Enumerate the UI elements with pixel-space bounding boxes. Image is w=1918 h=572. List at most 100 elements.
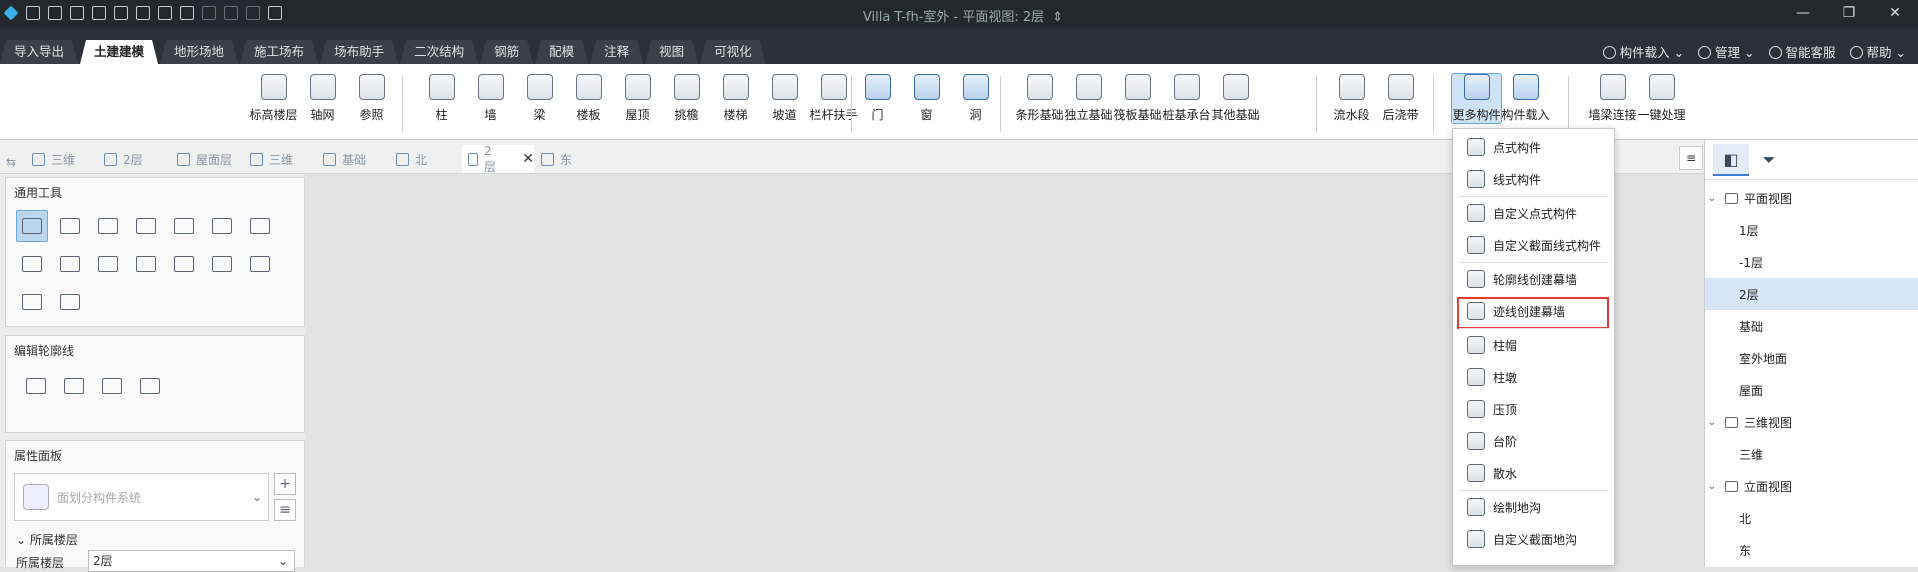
measure-tool-icon[interactable] bbox=[16, 286, 48, 318]
dropdown-item-2[interactable]: 自定义点式构件 bbox=[1453, 198, 1614, 228]
doc-tab-4[interactable]: 基础 bbox=[317, 145, 387, 173]
ribbon-tab-4[interactable]: 场布助手 bbox=[320, 40, 398, 64]
move-tool-icon[interactable] bbox=[54, 210, 86, 242]
copy-tool-icon[interactable] bbox=[92, 210, 124, 242]
doc-tab-7[interactable]: 东 bbox=[535, 145, 605, 173]
extend-tool-icon[interactable] bbox=[54, 248, 86, 280]
ribbon-tab-6[interactable]: 钢筋 bbox=[480, 40, 533, 64]
delete-tool-icon[interactable] bbox=[244, 248, 276, 280]
restore-button[interactable]: ❐ bbox=[1826, 0, 1872, 28]
ribbon-button-g4-3[interactable]: 桩基承台 bbox=[1162, 74, 1211, 123]
ribbon-button-g6-1[interactable]: 构件载入 bbox=[1501, 74, 1550, 123]
tree-item[interactable]: -1层 bbox=[1705, 246, 1918, 278]
close-tab-icon[interactable]: ✕ bbox=[522, 151, 534, 167]
tree-item[interactable]: 三维 bbox=[1705, 438, 1918, 470]
ribbon-button-g3-0[interactable]: 门 bbox=[853, 74, 902, 123]
contour-edit-tool-icon[interactable] bbox=[134, 370, 166, 402]
smart-service-menu[interactable]: 智能客服 bbox=[1768, 42, 1836, 61]
grid-edit-tool-icon[interactable] bbox=[96, 370, 128, 402]
ribbon-tab-1[interactable]: 土建建模 bbox=[80, 40, 158, 64]
tree-item[interactable]: 屋面 bbox=[1705, 374, 1918, 406]
ribbon-tab-5[interactable]: 二次结构 bbox=[400, 40, 478, 64]
dropdown-item-10[interactable]: 散水 bbox=[1453, 458, 1614, 488]
dropdown-item-5[interactable]: 迹线创建幕墙 bbox=[1453, 296, 1614, 326]
ribbon-tab-9[interactable]: 视图 bbox=[645, 40, 698, 64]
ribbon-button-g1-1[interactable]: 轴网 bbox=[298, 74, 347, 123]
ribbon-button-g3-2[interactable]: 洞 bbox=[951, 74, 1000, 123]
expand-caret-icon[interactable]: ⌄ bbox=[1705, 481, 1719, 492]
tree-item[interactable]: 东 bbox=[1705, 534, 1918, 566]
dropdown-item-3[interactable]: 自定义截面线式构件 bbox=[1453, 230, 1614, 260]
doc-tab-0[interactable]: 三维 bbox=[26, 145, 96, 173]
ribbon-button-g2-7[interactable]: 坡道 bbox=[760, 74, 809, 123]
align-tool-icon[interactable] bbox=[16, 248, 48, 280]
ribbon-button-g2-3[interactable]: 楼板 bbox=[564, 74, 613, 123]
property-list-button[interactable]: ≡ bbox=[274, 499, 296, 521]
tree-item[interactable]: 基础 bbox=[1705, 310, 1918, 342]
ribbon-button-g2-5[interactable]: 挑檐 bbox=[662, 74, 711, 123]
component-load-menu[interactable]: 构件载入 ⌄ bbox=[1602, 42, 1684, 61]
dropdown-item-0[interactable]: 点式构件 bbox=[1453, 132, 1614, 162]
palette-tool-icon[interactable] bbox=[58, 370, 90, 402]
ribbon-button-g2-1[interactable]: 墙 bbox=[466, 74, 515, 123]
ribbon-button-g4-1[interactable]: 独立基础 bbox=[1064, 74, 1113, 123]
ribbon-tab-10[interactable]: 可视化 bbox=[700, 40, 766, 64]
doc-tab-1[interactable]: 2层 bbox=[98, 145, 168, 173]
ribbon-tab-7[interactable]: 配模 bbox=[535, 40, 588, 64]
tab-list-icon[interactable]: ⇆ bbox=[6, 148, 16, 176]
ribbon-button-g2-6[interactable]: 楼梯 bbox=[711, 74, 760, 123]
doc-tab-2[interactable]: 屋面层 bbox=[171, 145, 241, 173]
tree-item[interactable]: 1层 bbox=[1705, 214, 1918, 246]
mirror-tool-icon[interactable] bbox=[206, 248, 238, 280]
tree-item[interactable]: 北 bbox=[1705, 502, 1918, 534]
component-type-combo[interactable]: 面划分构件系统 ⌄ bbox=[14, 473, 269, 521]
expand-caret-icon[interactable]: ⌄ bbox=[1705, 417, 1719, 428]
ribbon-button-g4-0[interactable]: 条形基础 bbox=[1015, 74, 1064, 123]
dropdown-item-1[interactable]: 线式构件 bbox=[1453, 164, 1614, 194]
ribbon-button-g5-1[interactable]: 后浇带 bbox=[1376, 74, 1425, 123]
split-tool-icon[interactable] bbox=[92, 248, 124, 280]
filter-tool-icon[interactable] bbox=[20, 370, 52, 402]
dropdown-item-11[interactable]: 绘制地沟 bbox=[1453, 492, 1614, 522]
dropdown-item-7[interactable]: 柱墩 bbox=[1453, 362, 1614, 392]
ribbon-button-g2-4[interactable]: 屋顶 bbox=[613, 74, 662, 123]
view-tree-tab-icon[interactable]: ◧ bbox=[1713, 144, 1749, 176]
angle-measure-tool-icon[interactable] bbox=[54, 286, 86, 318]
floor-select[interactable]: 2层 ⌄ bbox=[88, 550, 295, 572]
doc-tab-3[interactable]: 三维 bbox=[244, 145, 314, 173]
add-property-button[interactable]: + bbox=[274, 473, 296, 495]
break-tool-icon[interactable] bbox=[130, 248, 162, 280]
offset-tool-icon[interactable] bbox=[168, 210, 200, 242]
ribbon-button-g4-4[interactable]: 其他基础 bbox=[1211, 74, 1260, 123]
ribbon-button-g1-0[interactable]: 标高楼层 bbox=[249, 74, 298, 123]
ribbon-button-g3-1[interactable]: 窗 bbox=[902, 74, 951, 123]
ribbon-button-g2-2[interactable]: 梁 bbox=[515, 74, 564, 123]
close-button[interactable]: ✕ bbox=[1872, 0, 1918, 28]
ribbon-button-g7-0[interactable]: 墙梁连接 bbox=[1588, 74, 1637, 123]
expand-caret-icon[interactable]: ⌄ bbox=[1705, 193, 1719, 204]
tree-item[interactable]: 室外地面 bbox=[1705, 342, 1918, 374]
tree-group-view3d[interactable]: ⌄ 三维视图 bbox=[1705, 406, 1918, 438]
doc-tab-5[interactable]: 北 bbox=[390, 145, 460, 173]
ribbon-tab-3[interactable]: 施工场布 bbox=[240, 40, 318, 64]
dropdown-item-9[interactable]: 台阶 bbox=[1453, 426, 1614, 456]
title-switch-icon[interactable]: ⇕ bbox=[1052, 10, 1063, 25]
minimize-button[interactable]: — bbox=[1780, 0, 1826, 28]
tree-item[interactable]: 2层 bbox=[1705, 278, 1918, 310]
select-tool-icon[interactable] bbox=[16, 210, 48, 242]
document-menu-button[interactable]: ≡ bbox=[1679, 146, 1703, 170]
dropdown-item-4[interactable]: 轮廓线创建幕墙 bbox=[1453, 264, 1614, 294]
ribbon-button-g4-2[interactable]: 筏板基础 bbox=[1113, 74, 1162, 123]
dropdown-item-8[interactable]: 压顶 bbox=[1453, 394, 1614, 424]
ribbon-tab-0[interactable]: 导入导出 bbox=[0, 40, 78, 64]
ribbon-tab-8[interactable]: 注释 bbox=[590, 40, 643, 64]
ribbon-button-g2-0[interactable]: 柱 bbox=[417, 74, 466, 123]
array-tool-icon[interactable] bbox=[168, 248, 200, 280]
tree-group-plan_view[interactable]: ⌄ 平面视图 bbox=[1705, 182, 1918, 214]
tree-group-elev_view[interactable]: ⌄ 立面视图 bbox=[1705, 470, 1918, 502]
help-menu[interactable]: 帮助 ⌄ bbox=[1849, 42, 1906, 61]
filter-tab-icon[interactable]: ⏷ bbox=[1751, 144, 1787, 176]
ribbon-button-g5-0[interactable]: 流水段 bbox=[1327, 74, 1376, 123]
ribbon-button-g1-2[interactable]: 参照 bbox=[347, 74, 396, 123]
dropdown-item-6[interactable]: 柱帽 bbox=[1453, 330, 1614, 360]
